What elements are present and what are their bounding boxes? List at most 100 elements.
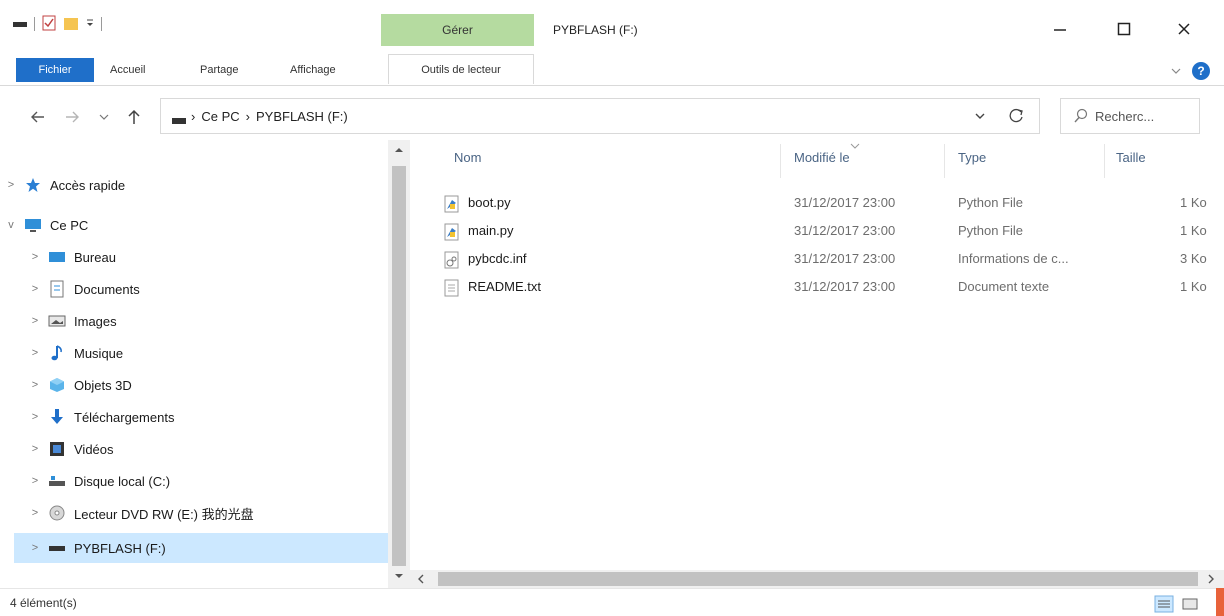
chevron-right-icon[interactable]: > [24,507,46,519]
column-header-type[interactable]: Type [958,150,986,165]
nav-item-videos[interactable]: > Vidéos [24,434,388,464]
nav-item-label: Vidéos [74,441,114,457]
tab-accueil[interactable]: Accueil [110,58,145,82]
refresh-button[interactable] [1007,106,1027,126]
nav-item-ce-pc[interactable]: v Ce PC [0,210,388,240]
details-view-icon [1154,595,1174,613]
nav-item-label: PYBFLASH (F:) [74,540,166,556]
tab-affichage[interactable]: Affichage [290,58,336,82]
item-count: 4 élément(s) [10,596,77,610]
close-button[interactable] [1164,18,1204,40]
large-icons-view-button[interactable] [1180,595,1200,613]
nav-pane-scrollbar[interactable] [388,140,410,588]
music-icon [46,344,68,362]
title-bar: Gérer PYBFLASH (F:) [0,0,1224,47]
refresh-icon [1009,108,1023,123]
search-icon [1073,108,1089,127]
details-view-button[interactable] [1154,595,1174,613]
nav-item-images[interactable]: > Images [24,306,388,336]
python-file-icon [444,195,460,216]
tab-fichier[interactable]: Fichier [16,58,94,82]
file-modified: 31/12/2017 23:00 [794,223,896,238]
customize-dropdown-icon[interactable] [85,17,95,32]
inf-file-icon [444,251,460,272]
file-modified: 31/12/2017 23:00 [794,195,896,210]
video-icon [46,440,68,458]
address-history-dropdown[interactable] [971,107,989,125]
drive-icon[interactable] [12,17,28,32]
chevron-right-icon[interactable]: > [24,347,46,359]
nav-item-label: Objets 3D [74,377,132,393]
chevron-right-icon[interactable]: > [24,475,46,487]
column-divider[interactable] [944,144,945,178]
breadcrumb-ce-pc[interactable]: Ce PC [201,109,239,124]
column-header-modifie-le[interactable]: Modifié le [794,150,850,165]
minimize-button[interactable] [1040,18,1080,40]
3d-objects-icon [46,376,68,394]
file-modified: 31/12/2017 23:00 [794,251,896,266]
nav-item-pybflash[interactable]: > PYBFLASH (F:) [14,533,388,563]
nav-item-lecteur-dvd[interactable]: > Lecteur DVD RW (E:) 我的光盘 [24,498,388,528]
chevron-right-icon[interactable]: > [24,283,46,295]
properties-icon[interactable] [41,15,57,34]
chevron-right-icon[interactable]: > [24,315,46,327]
breadcrumb-pybflash[interactable]: PYBFLASH (F:) [256,109,348,124]
chevron-right-icon[interactable]: > [24,542,46,554]
file-row[interactable]: README.txt 31/12/2017 23:00 Document tex… [424,274,1224,302]
scrollbar-thumb[interactable] [392,166,406,566]
recent-locations-button[interactable] [94,106,114,128]
breadcrumb: › Ce PC › PYBFLASH (F:) [191,99,348,133]
expand-ribbon-icon[interactable] [1170,64,1182,79]
file-row[interactable]: pybcdc.inf 31/12/2017 23:00 Informations… [424,246,1224,274]
chevron-right-icon[interactable]: > [24,443,46,455]
large-icons-view-icon [1182,598,1198,610]
chevron-right-icon[interactable]: > [24,411,46,423]
file-row[interactable]: boot.py 31/12/2017 23:00 Python File 1 K… [424,190,1224,218]
scroll-right-icon[interactable] [1206,574,1216,584]
back-arrow-icon [31,111,44,123]
maximize-button[interactable] [1104,18,1144,40]
nav-item-disque-local[interactable]: > Disque local (C:) [24,466,388,496]
up-button[interactable] [124,106,144,128]
chevron-right-icon[interactable]: > [0,179,22,191]
nav-item-bureau[interactable]: > Bureau [24,242,388,272]
search-box[interactable] [1060,98,1200,134]
scrollbar-thumb[interactable] [438,572,1198,586]
chevron-down-icon[interactable]: v [0,219,22,231]
star-icon [22,176,44,194]
help-icon[interactable]: ? [1192,62,1210,80]
file-type: Python File [958,195,1024,210]
nav-item-objets-3d[interactable]: > Objets 3D [24,370,388,400]
chevron-right-icon[interactable]: > [24,251,46,263]
nav-item-acces-rapide[interactable]: > Accès rapide [0,170,388,200]
tab-partage[interactable]: Partage [200,58,239,82]
scroll-left-icon[interactable] [416,574,426,584]
column-divider[interactable] [1104,144,1105,178]
nav-item-label: Musique [74,345,124,361]
breadcrumb-separator-icon: › [245,108,250,124]
search-input[interactable] [1095,107,1195,125]
address-bar[interactable]: › Ce PC › PYBFLASH (F:) [160,98,1040,134]
chevron-right-icon[interactable]: > [24,379,46,391]
chevron-down-icon [99,114,109,120]
drive-icon [171,113,187,128]
toolbar-divider [34,17,35,31]
nav-item-telechargements[interactable]: > Téléchargements [24,402,388,432]
file-list-scrollbar[interactable] [410,570,1224,588]
scroll-up-icon[interactable] [394,146,404,154]
column-header-nom[interactable]: Nom [454,150,481,165]
nav-item-musique[interactable]: > Musique [24,338,388,368]
file-size: 1 Ko [1180,223,1207,238]
column-header-taille[interactable]: Taille [1116,150,1146,165]
pictures-icon [46,312,68,330]
file-row[interactable]: main.py 31/12/2017 23:00 Python File 1 K… [424,218,1224,246]
new-folder-icon[interactable] [63,15,79,34]
tab-outils-de-lecteur[interactable]: Outils de lecteur [388,54,534,84]
ribbon: Fichier Accueil Partage Affichage Outils… [0,46,1224,86]
back-button[interactable] [28,106,48,128]
up-arrow-icon [128,109,140,124]
column-divider[interactable] [780,144,781,178]
scroll-down-icon[interactable] [394,572,404,580]
nav-item-documents[interactable]: > Documents [24,274,388,304]
forward-button[interactable] [62,106,82,128]
